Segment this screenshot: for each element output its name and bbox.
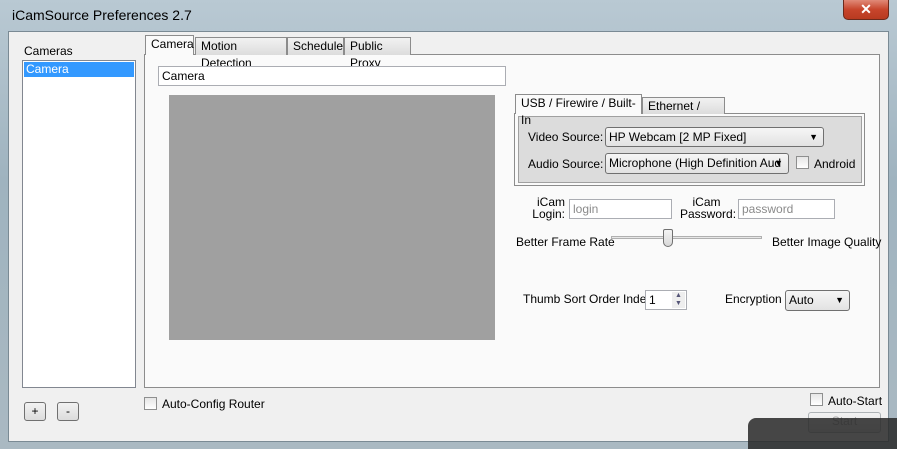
login-input[interactable]: login <box>569 199 672 219</box>
audio-source-value: Microphone (High Definition Aud <box>609 156 782 170</box>
thumb-sort-label: Thumb Sort Order Index <box>523 292 653 306</box>
quality-slider-track[interactable] <box>611 236 762 239</box>
auto-start-checkbox[interactable] <box>810 393 823 406</box>
close-button[interactable]: ✕ <box>843 0 889 20</box>
encryption-value: Auto <box>789 293 814 307</box>
login-label-line2: Login: <box>532 207 565 221</box>
audio-source-select[interactable]: Microphone (High Definition Aud ▼ <box>605 153 789 174</box>
video-source-label: Video Source: <box>528 130 604 144</box>
watermark-logo <box>748 418 897 449</box>
camera-name-input[interactable]: Camera <box>158 66 506 86</box>
tab-ethernet[interactable]: Ethernet / Wi-Fi <box>642 97 725 129</box>
chevron-down-icon: ▼ <box>774 158 783 168</box>
android-label: Android <box>814 157 856 171</box>
tab-camera[interactable]: Camera <box>145 35 194 55</box>
password-label: iCam Password: <box>680 196 737 221</box>
password-input[interactable]: password <box>738 199 835 219</box>
camera-preview <box>169 95 495 340</box>
list-item[interactable]: Camera <box>24 62 134 77</box>
close-icon: ✕ <box>860 1 872 17</box>
chevron-down-icon: ▼ <box>809 132 818 142</box>
thumb-sort-spinner[interactable]: 1 ▲ ▼ <box>645 290 687 310</box>
encryption-label: Encryption <box>725 292 782 306</box>
quality-slider-thumb[interactable] <box>663 229 674 247</box>
audio-source-label: Audio Source: <box>528 157 604 171</box>
spinner-arrows-icon[interactable]: ▲ ▼ <box>672 292 685 308</box>
video-source-select[interactable]: HP Webcam [2 MP Fixed] ▼ <box>605 127 824 147</box>
auto-config-router-checkbox[interactable] <box>144 397 157 410</box>
window-title: iCamSource Preferences 2.7 <box>12 7 192 23</box>
tab-usb[interactable]: USB / Firewire / Built-In <box>515 94 642 127</box>
remove-camera-button[interactable]: - <box>57 402 79 421</box>
login-label: iCam Login: <box>530 196 565 220</box>
video-source-value: HP Webcam [2 MP Fixed] <box>609 130 747 144</box>
slider-right-label: Better Image Quality <box>772 235 882 249</box>
auto-config-router-label: Auto-Config Router <box>162 397 265 411</box>
slider-left-label: Better Frame Rate <box>516 235 615 249</box>
auto-start-label: Auto-Start <box>828 394 883 408</box>
chevron-down-icon: ▼ <box>835 295 844 305</box>
add-camera-button[interactable]: + <box>24 402 46 421</box>
thumb-sort-value: 1 <box>649 293 656 307</box>
cameras-label: Cameras <box>24 44 73 58</box>
android-checkbox[interactable] <box>796 156 809 169</box>
tab-schedule[interactable]: Schedule <box>287 37 344 55</box>
tab-motion-detection[interactable]: Motion Detection <box>195 37 287 70</box>
tab-public-proxy[interactable]: Public Proxy <box>344 37 411 70</box>
password-label-line2: Password: <box>680 207 737 221</box>
encryption-select[interactable]: Auto ▼ <box>785 290 850 311</box>
camera-list[interactable]: Camera <box>22 60 136 388</box>
